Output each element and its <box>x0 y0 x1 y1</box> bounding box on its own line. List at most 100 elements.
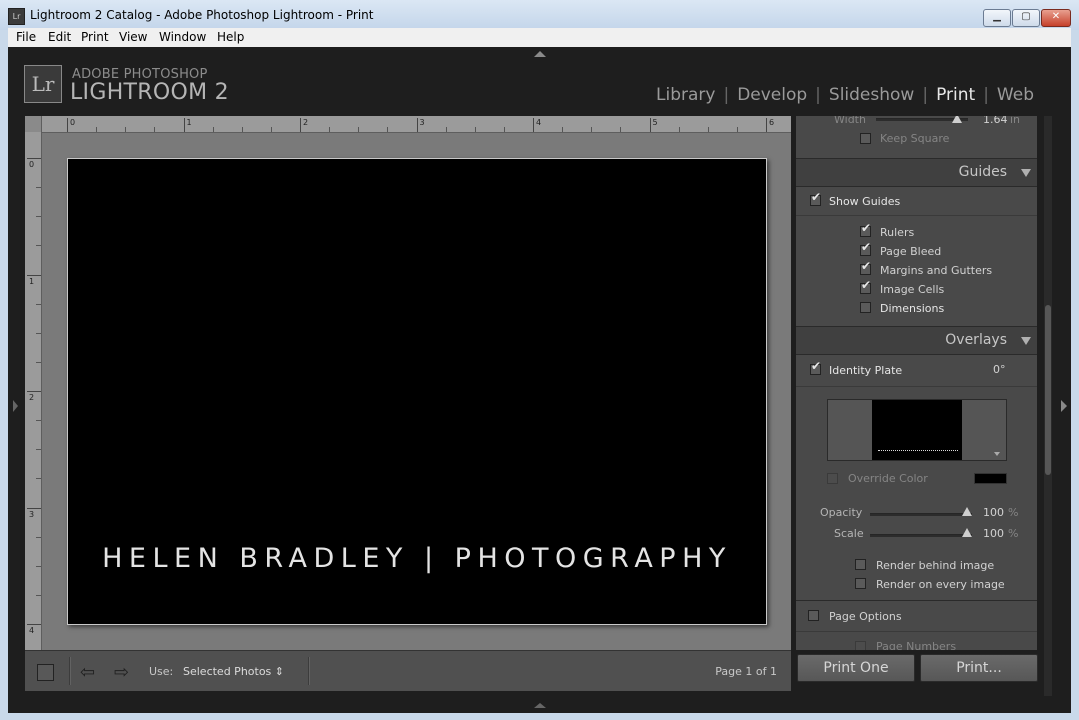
override-color-swatch[interactable] <box>974 473 1007 484</box>
render-behind-label: Render behind image <box>876 559 995 572</box>
keep-square-label: Keep Square <box>880 132 950 145</box>
identity-plate-overlay[interactable]: HELEN BRADLEY | PHOTOGRAPHY <box>68 543 766 574</box>
menu-edit[interactable]: Edit <box>48 30 71 44</box>
module-separator: | <box>723 85 730 105</box>
overlays-header[interactable]: Overlays <box>796 326 1037 355</box>
identity-plate-menu-icon[interactable] <box>994 452 1000 456</box>
ruler-minor-tick <box>358 127 360 132</box>
ruler-minor-tick <box>591 127 593 132</box>
scale-slider-track[interactable] <box>870 534 972 537</box>
opacity-value[interactable]: 100 <box>983 506 1004 519</box>
margins-gutters-checkbox[interactable] <box>860 259 871 275</box>
rulers-checkbox[interactable] <box>860 221 871 237</box>
ruler-tick <box>67 118 68 132</box>
identity-plate-preview[interactable] <box>827 399 1007 461</box>
page-bleed-checkbox[interactable] <box>860 240 871 256</box>
opacity-slider-knob[interactable] <box>962 507 972 516</box>
ruler-label: 4 <box>29 626 35 635</box>
ruler-minor-tick <box>36 565 41 567</box>
minimize-button[interactable]: ▁ <box>983 9 1011 27</box>
row-divider <box>796 386 1037 387</box>
guides-header[interactable]: Guides <box>796 158 1037 187</box>
width-value[interactable]: 1.64 <box>983 116 1008 126</box>
title-bar[interactable]: Lr Lightroom 2 Catalog - Adobe Photoshop… <box>0 0 1079 30</box>
opacity-label: Opacity <box>820 506 863 519</box>
identity-plate-main: LIGHTROOM 2 <box>70 80 229 105</box>
menu-print[interactable]: Print <box>81 30 109 44</box>
override-color-checkbox[interactable] <box>827 473 838 484</box>
dropdown-updown-icon: ⇕ <box>274 665 285 678</box>
identity-plate-label: Identity Plate <box>829 364 903 377</box>
ruler-minor-tick <box>445 127 447 132</box>
scale-value[interactable]: 100 <box>983 527 1004 540</box>
scrollbar-thumb[interactable] <box>1045 305 1051 475</box>
guides-title: Guides <box>958 164 1007 180</box>
keep-square-checkbox[interactable] <box>860 133 871 144</box>
use-dropdown[interactable]: Selected Photos ⇕ <box>183 665 284 678</box>
print-page[interactable]: HELEN BRADLEY | PHOTOGRAPHY <box>67 158 767 625</box>
identity-plate-rotation[interactable]: 0° <box>993 363 1006 376</box>
module-web[interactable]: Web <box>997 85 1034 105</box>
scale-label: Scale <box>834 527 864 540</box>
ruler-label: 1 <box>29 276 35 286</box>
lightroom-window: Lr Lightroom 2 Catalog - Adobe Photoshop… <box>0 0 1079 720</box>
ruler-minor-tick <box>241 127 243 132</box>
page-options-checkbox[interactable] <box>808 610 819 621</box>
menu-view[interactable]: View <box>119 30 147 44</box>
opacity-slider-track[interactable] <box>870 513 972 516</box>
print-canvas: 0 1 2 3 4 5 6 0 1 2 3 4 HELEN BRADLEY | PHOTOGRAPH… <box>25 116 791 650</box>
scale-slider-knob[interactable] <box>962 528 972 537</box>
top-panel-toggle-icon[interactable] <box>534 51 546 57</box>
ruler-tick <box>766 118 767 132</box>
module-library[interactable]: Library <box>656 85 715 105</box>
print-one-button[interactable]: Print One <box>797 654 915 682</box>
opacity-unit: % <box>1008 506 1019 519</box>
ruler-label: 2 <box>29 393 35 402</box>
horizontal-ruler: 0 1 2 3 4 5 6 <box>25 116 791 133</box>
menu-help[interactable]: Help <box>217 30 244 44</box>
module-develop[interactable]: Develop <box>737 85 807 105</box>
dimensions-label: Dimensions <box>880 302 945 315</box>
window-title: Lightroom 2 Catalog - Adobe Photoshop Li… <box>30 8 374 22</box>
bottom-toolbar: ⇦ ⇨ Use: Selected Photos ⇕ Page 1 of 1 <box>25 650 791 691</box>
ruler-label: 0 <box>29 160 35 169</box>
page-numbers-checkbox[interactable] <box>855 641 866 650</box>
module-separator: | <box>815 85 821 105</box>
width-slider-knob[interactable] <box>952 116 962 123</box>
bottom-panel-toggle-icon[interactable] <box>534 703 546 708</box>
next-page-icon[interactable]: ⇨ <box>114 662 129 683</box>
ruler-label: 5 <box>652 118 658 127</box>
left-panel-toggle-icon[interactable] <box>13 400 18 412</box>
ruler-minor-tick <box>329 127 331 132</box>
render-every-checkbox[interactable] <box>855 578 866 589</box>
module-print[interactable]: Print <box>936 85 975 105</box>
use-dropdown-value: Selected Photos <box>183 665 272 678</box>
menu-window[interactable]: Window <box>159 30 206 44</box>
identity-plate-checkbox[interactable] <box>810 359 821 375</box>
module-slideshow[interactable]: Slideshow <box>829 85 914 105</box>
right-panel: Width 1.64 in Keep Square Guides Show Gu… <box>796 116 1037 650</box>
render-every-label: Render on every image <box>876 578 1005 591</box>
ruler-tick <box>533 118 534 132</box>
page-view-toggle[interactable] <box>37 664 54 681</box>
image-cells-checkbox[interactable] <box>860 278 871 294</box>
width-unit: in <box>1010 116 1021 126</box>
right-panel-toggle-icon[interactable] <box>1061 400 1067 412</box>
show-guides-label: Show Guides <box>829 195 901 208</box>
render-behind-checkbox[interactable] <box>855 559 866 570</box>
close-button[interactable]: ✕ <box>1041 9 1071 27</box>
collapse-triangle-icon <box>1021 169 1031 177</box>
print-button[interactable]: Print... <box>920 654 1038 682</box>
ruler-minor-tick <box>707 127 709 132</box>
previous-page-icon[interactable]: ⇦ <box>80 662 95 683</box>
ruler-minor-tick <box>212 127 214 132</box>
toolbar-separator <box>308 657 310 685</box>
override-color-label: Override Color <box>848 472 928 485</box>
ruler-minor-tick <box>36 245 41 247</box>
show-guides-checkbox[interactable] <box>810 190 821 206</box>
maximize-button[interactable]: ▢ <box>1012 9 1040 27</box>
ruler-minor-tick <box>620 127 622 132</box>
ruler-minor-tick <box>36 187 41 189</box>
menu-file[interactable]: File <box>16 30 36 44</box>
dimensions-checkbox[interactable] <box>860 302 871 313</box>
